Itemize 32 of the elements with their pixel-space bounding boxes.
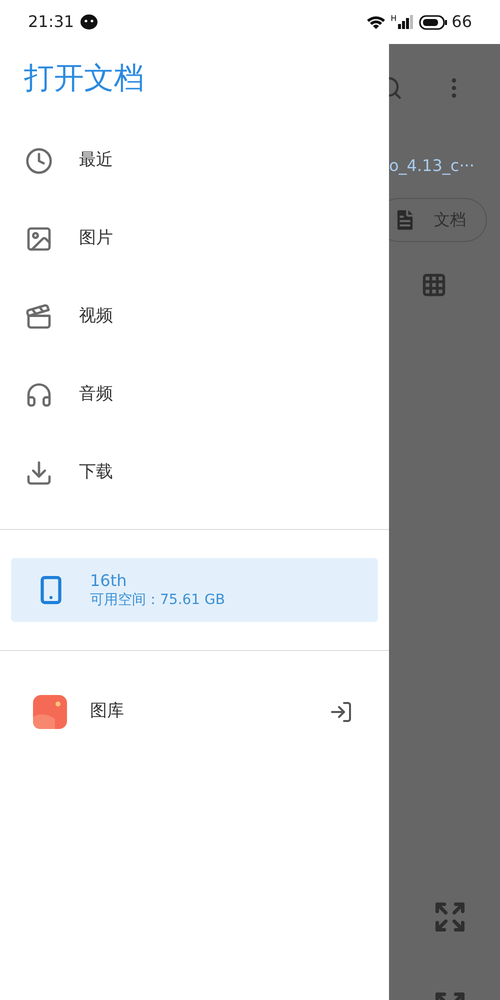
storage-free-space: 可用空间：75.61 GB — [90, 591, 225, 609]
nav-item[interactable]: 图片 — [0, 200, 378, 278]
nav-label: 图片 — [79, 227, 113, 250]
gallery-app-icon — [33, 695, 67, 729]
nav-label: 视频 — [79, 305, 113, 328]
nav-label: 音频 — [79, 383, 113, 406]
storage-name: 16th — [90, 571, 128, 591]
drawer-title: 打开文档 — [23, 60, 145, 98]
battery-icon — [418, 14, 447, 30]
file-name: o_4.13_c··· — [389, 155, 476, 177]
battery-level: 66 — [452, 11, 472, 33]
status-time: 21:31 — [28, 11, 74, 33]
signal-icon — [398, 15, 414, 29]
open-app-icon[interactable] — [329, 700, 353, 724]
clock-icon — [25, 147, 53, 175]
app-label: 图库 — [90, 700, 125, 724]
image-icon — [25, 225, 53, 253]
app-item[interactable]: 图库 — [0, 675, 389, 749]
grid-view-icon[interactable] — [421, 272, 447, 298]
nav-label: 最近 — [79, 149, 113, 172]
film-icon — [25, 303, 53, 331]
nav-item[interactable]: 最近 — [0, 122, 378, 200]
download-icon — [25, 459, 53, 487]
nav-item[interactable]: 视频 — [0, 278, 378, 356]
headphones-icon — [25, 381, 53, 409]
chat-bubble-icon — [80, 14, 98, 30]
nav-item[interactable]: 音频 — [0, 356, 378, 434]
nav-item[interactable]: 下载 — [0, 434, 378, 512]
nav-label: 下载 — [79, 461, 113, 484]
wifi-icon — [366, 14, 386, 30]
network-type: H — [390, 15, 397, 23]
expand-icon[interactable] — [433, 900, 467, 934]
